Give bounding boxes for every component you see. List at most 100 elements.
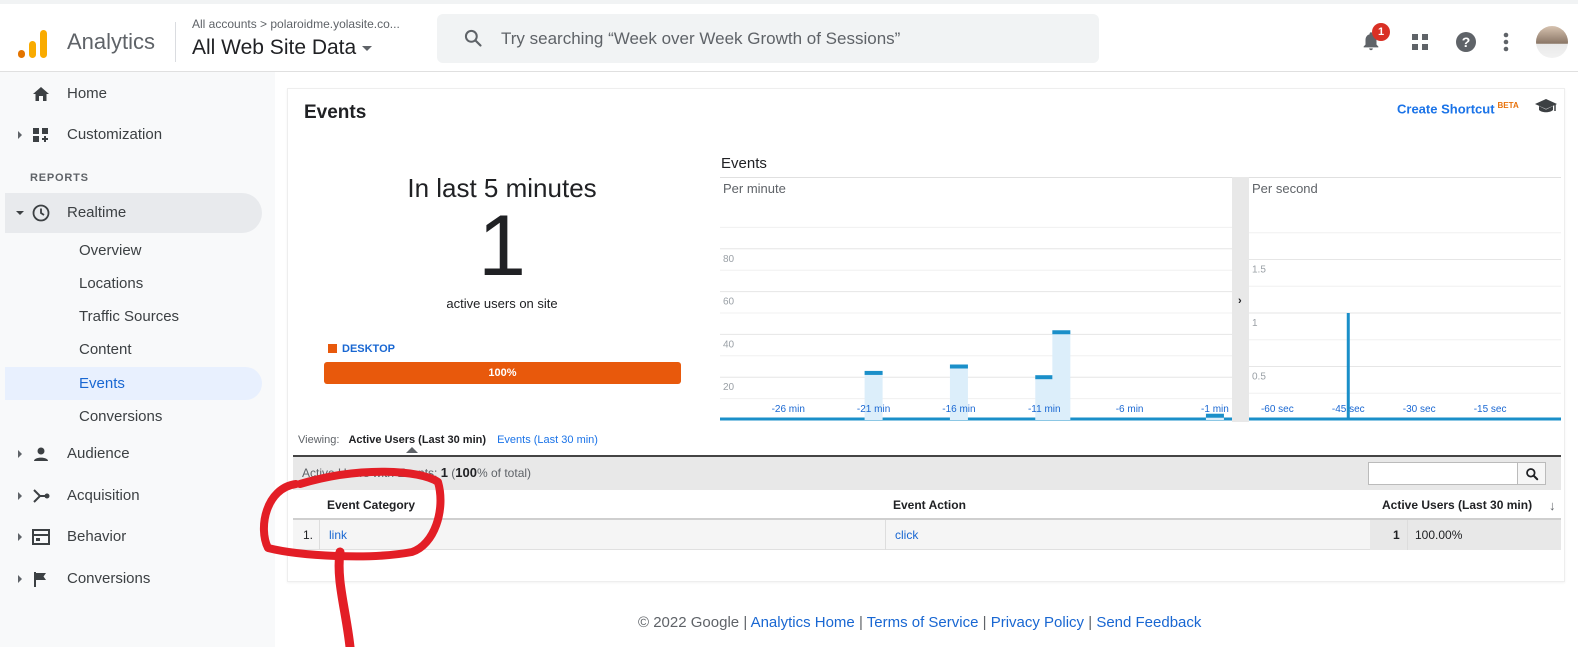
column-separator — [885, 520, 886, 550]
chart-expand-divider[interactable]: › — [1232, 177, 1249, 422]
column-header-event-action[interactable]: Event Action — [893, 498, 966, 512]
table-header-row: Event Category Event Action Active Users… — [293, 490, 1561, 520]
footer-link-terms[interactable]: Terms of Service — [867, 614, 979, 631]
y-tick-label: 80 — [723, 254, 735, 265]
footer-separator: | — [743, 614, 748, 631]
active-users-label: active users on site — [446, 296, 558, 311]
table-filter-button[interactable] — [1518, 462, 1546, 485]
footer-link-privacy[interactable]: Privacy Policy — [991, 614, 1084, 631]
viewing-tabs: Viewing: Active Users (Last 30 min) Even… — [298, 434, 598, 446]
behavior-icon — [32, 529, 50, 545]
search-bar[interactable] — [437, 14, 1099, 63]
events-chart-heading: Events — [721, 155, 767, 172]
footer-copyright: © 2022 Google — [638, 614, 740, 631]
x-tick-label: -26 min — [772, 404, 805, 415]
table-filter-input[interactable] — [1368, 462, 1518, 485]
notification-badge: 1 — [1372, 23, 1390, 41]
sidebar-item-locations[interactable]: Locations — [5, 267, 262, 300]
sidebar-item-overview[interactable]: Overview — [5, 234, 262, 267]
per-second-chart-svg: 1.5 1 0.5 -60 sec -45 sec -30 sec -15 sec — [1249, 232, 1561, 421]
search-icon — [1526, 468, 1539, 481]
active-users-count: 1 — [478, 198, 526, 294]
footer-link-analytics-home[interactable]: Analytics Home — [751, 614, 855, 631]
more-vert-icon[interactable] — [1500, 30, 1512, 54]
account-breadcrumb[interactable]: All accounts > polaroidme.yolasite.co... — [192, 17, 400, 31]
tab-events[interactable]: Events (Last 30 min) — [497, 434, 598, 446]
viewing-label: Viewing: — [298, 434, 340, 446]
sidebar-item-realtime[interactable]: Realtime — [5, 193, 262, 233]
cell-event-category[interactable]: link — [329, 528, 347, 542]
logo-bar — [29, 41, 36, 58]
cell-active-users-percent: 100.00% — [1415, 528, 1463, 542]
bar-top — [1052, 330, 1071, 335]
device-legend: DESKTOP — [328, 343, 395, 355]
footer-link-feedback[interactable]: Send Feedback — [1096, 614, 1201, 631]
sidebar-item-behavior[interactable]: Behavior — [5, 517, 262, 557]
bar-top — [1035, 375, 1054, 380]
help-icon[interactable]: ? — [1454, 30, 1478, 54]
sidebar-item-label: Home — [67, 85, 108, 102]
expand-arrow-icon — [18, 492, 22, 500]
column-header-event-category[interactable]: Event Category — [327, 498, 415, 512]
table-row: 1. link click 1 100.00% — [293, 520, 1561, 550]
search-input[interactable] — [501, 26, 1081, 52]
bar-top — [949, 364, 968, 369]
sidebar-item-customization[interactable]: Customization — [5, 115, 262, 155]
cell-event-action[interactable]: click — [895, 528, 918, 542]
expand-arrow-icon — [18, 131, 22, 139]
device-share-bar: 100% — [324, 362, 681, 384]
sidebar-item-label: Overview — [79, 242, 142, 259]
summary-count: 1 — [440, 465, 448, 480]
logo-bar — [40, 30, 47, 58]
sidebar-item-audience[interactable]: Audience — [5, 434, 262, 474]
sidebar-item-label: Customization — [67, 126, 163, 143]
table-summary-bar: Active Users with Events: 1 (100% of tot… — [293, 455, 1561, 490]
graduation-cap-icon[interactable] — [1534, 97, 1558, 115]
active-tab-pointer — [406, 447, 418, 453]
avatar[interactable] — [1536, 26, 1568, 58]
expand-arrow-icon — [18, 533, 22, 541]
column-separator — [1407, 520, 1408, 550]
analytics-logo[interactable] — [18, 28, 50, 58]
sort-descending-icon[interactable]: ↓ — [1549, 498, 1556, 513]
tab-active-users[interactable]: Active Users (Last 30 min) — [348, 434, 486, 446]
sidebar-item-home[interactable]: Home — [5, 74, 262, 114]
footer-separator: | — [1088, 614, 1093, 631]
sidebar-item-conversions-realtime[interactable]: Conversions — [5, 400, 262, 433]
x-tick-label: -16 min — [942, 404, 975, 415]
create-shortcut-link[interactable]: Create Shortcut BETA — [1397, 101, 1519, 116]
acquisition-icon — [33, 489, 50, 503]
sidebar-item-content[interactable]: Content — [5, 333, 262, 366]
top-app-bar: Analytics All accounts > polaroidme.yola… — [0, 0, 1578, 72]
caret-down-icon — [362, 45, 373, 51]
y-tick-label: 40 — [723, 339, 735, 350]
flag-icon — [34, 572, 46, 587]
person-icon — [34, 447, 48, 461]
collapse-arrow-icon — [16, 211, 24, 215]
logo-bar — [18, 50, 25, 58]
expand-arrow-icon — [18, 450, 22, 458]
sidebar-item-events[interactable]: Events — [5, 367, 262, 400]
y-tick-label: 1 — [1252, 318, 1258, 329]
sidebar-item-label: Conversions — [79, 408, 163, 425]
bar-top — [864, 370, 883, 375]
events-table: Event Category Event Action Active Users… — [293, 490, 1561, 550]
column-header-active-users[interactable]: Active Users (Last 30 min) — [1382, 498, 1532, 512]
row-index: 1. — [303, 528, 314, 542]
summary-text: Active Users with Events: 1 (100% of tot… — [302, 465, 532, 480]
x-tick-label: -6 min — [1116, 404, 1144, 415]
summary-suffix: % of total) — [477, 466, 532, 480]
sidebar-item-traffic-sources[interactable]: Traffic Sources — [5, 300, 262, 333]
sidebar-item-label: Behavior — [67, 528, 127, 545]
apps-grid-icon[interactable] — [1410, 32, 1430, 52]
sidebar-item-conversions[interactable]: Conversions — [5, 559, 262, 599]
expand-arrow-icon — [18, 575, 22, 583]
y-tick-label: 60 — [723, 297, 735, 308]
sidebar-item-label: Realtime — [67, 204, 127, 221]
sidebar-item-label: Content — [79, 341, 132, 358]
beta-badge: BETA — [1497, 101, 1519, 110]
search-icon — [464, 29, 482, 47]
sidebar-item-acquisition[interactable]: Acquisition — [5, 476, 262, 516]
y-tick-label: 20 — [723, 382, 735, 393]
view-selector[interactable]: All Web Site Data — [192, 36, 373, 60]
